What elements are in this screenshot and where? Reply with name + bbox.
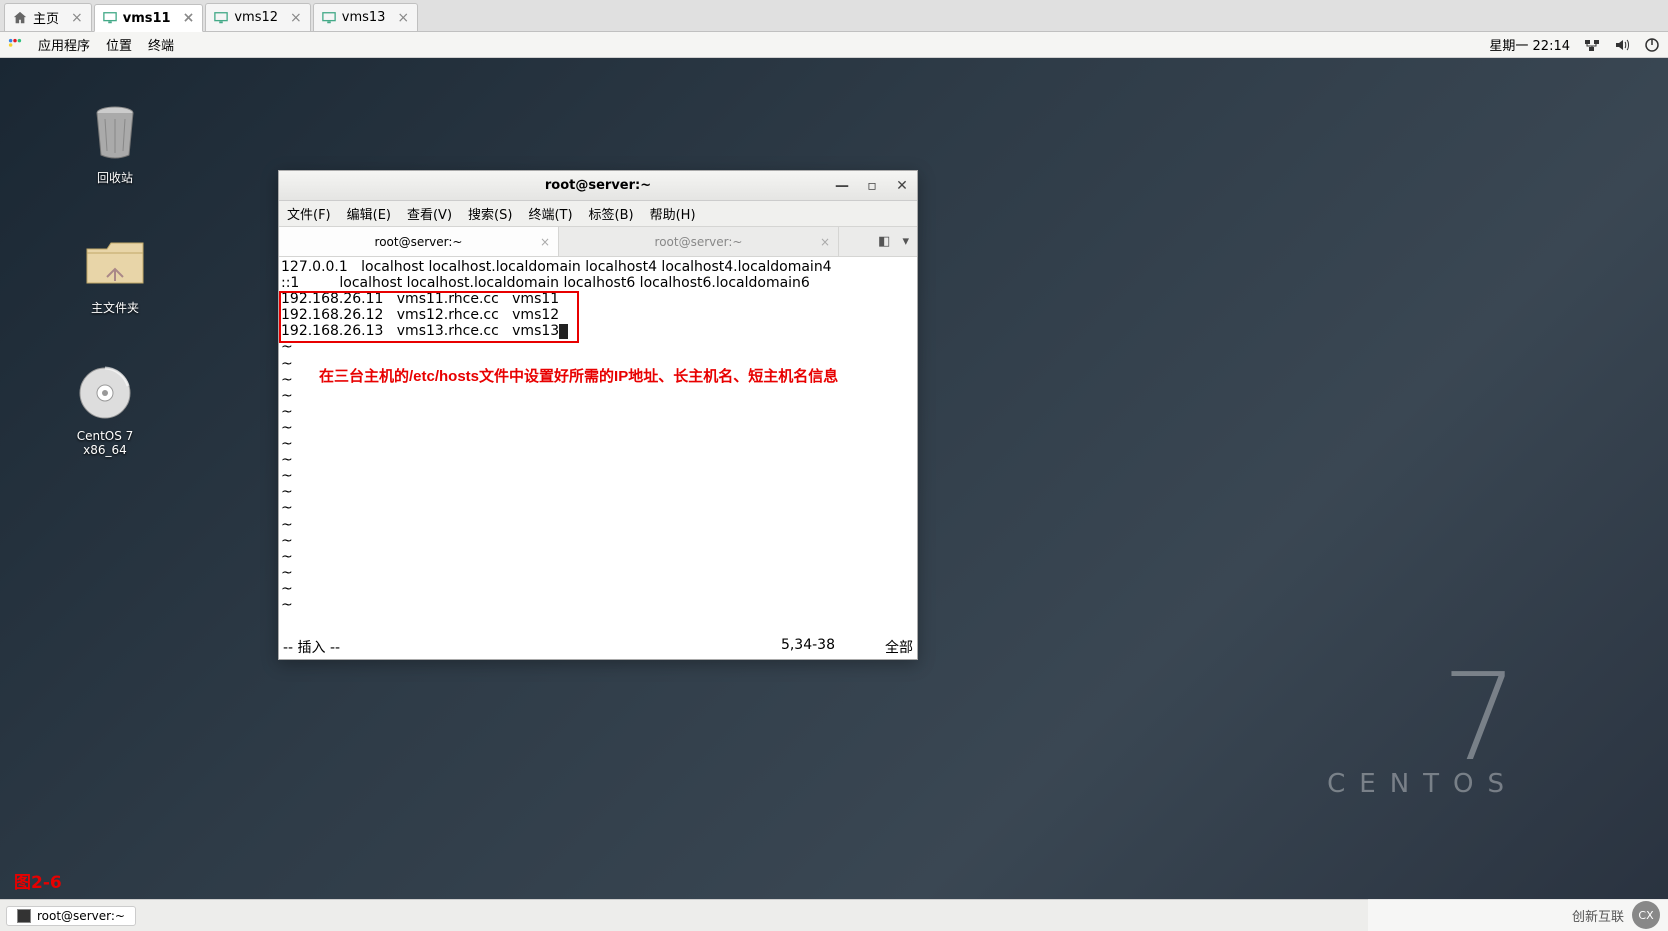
terminal-tab-bar: root@server:~ × root@server:~ × ◧ ▾ (279, 227, 917, 257)
icon-label: CentOS 7 x86_64 (60, 429, 150, 457)
terminal-body[interactable]: 127.0.0.1 localhost localhost.localdomai… (279, 257, 917, 637)
centos-word: CENTOS (1327, 769, 1518, 799)
monitor-icon (214, 11, 228, 25)
folder-icon (85, 239, 145, 287)
vm-tab-label: vms11 (123, 11, 171, 26)
centos-seven: 7 (1327, 659, 1518, 779)
close-icon[interactable]: × (71, 10, 83, 26)
monitor-icon (322, 11, 336, 25)
desktop-icon-home[interactable]: 主文件夹 (70, 233, 160, 316)
volume-icon[interactable] (1614, 37, 1630, 53)
terminal-content: 127.0.0.1 localhost localhost.localdomai… (281, 259, 915, 613)
menu-terminal[interactable]: 终端 (148, 35, 174, 54)
activities-icon (8, 38, 22, 52)
network-icon[interactable] (1584, 37, 1600, 53)
vm-tab-vms11[interactable]: vms11 × (94, 4, 204, 32)
close-icon[interactable]: × (820, 235, 830, 249)
figure-label: 图2-6 (14, 868, 62, 893)
vm-tab-label: vms12 (234, 10, 278, 25)
menu-terminal[interactable]: 终端(T) (528, 204, 572, 223)
gnome-top-bar: 应用程序 位置 终端 星期一 22:14 (0, 32, 1668, 58)
minimize-button[interactable]: — (833, 178, 851, 194)
vm-tab-label: vms13 (342, 10, 386, 25)
datetime-label[interactable]: 星期一 22:14 (1489, 35, 1570, 54)
menu-view[interactable]: 查看(V) (407, 204, 452, 223)
home-icon (13, 11, 27, 25)
menu-file[interactable]: 文件(F) (287, 204, 331, 223)
watermark-text: 创新互联 (1572, 906, 1624, 925)
vm-tab-bar: 主页 × vms11 × vms12 × vms13 × (0, 0, 1668, 32)
annotation-text: 在三台主机的/etc/hosts文件中设置好所需的IP地址、长主机名、短主机名信… (319, 365, 838, 386)
terminal-titlebar[interactable]: root@server:~ — ▫ ✕ (279, 171, 917, 201)
menu-places[interactable]: 位置 (106, 35, 132, 54)
close-button[interactable]: ✕ (893, 178, 911, 194)
tab-menu-button[interactable]: ▾ (902, 234, 909, 249)
terminal-tab-label: root@server:~ (375, 235, 463, 249)
vm-tab-label: 主页 (33, 8, 59, 27)
new-tab-button[interactable]: ◧ (878, 234, 890, 249)
close-icon[interactable]: × (540, 235, 550, 249)
close-icon[interactable]: × (397, 10, 409, 26)
power-icon[interactable] (1644, 37, 1660, 53)
vm-tab-home[interactable]: 主页 × (4, 3, 92, 31)
close-icon[interactable]: × (290, 10, 302, 26)
terminal-tab-2[interactable]: root@server:~ × (559, 227, 839, 256)
maximize-button[interactable]: ▫ (863, 178, 881, 194)
trash-icon (91, 105, 139, 161)
vim-scroll: 全部 (885, 637, 913, 657)
terminal-window: root@server:~ — ▫ ✕ 文件(F) 编辑(E) 查看(V) 搜索… (278, 170, 918, 660)
desktop-icon-trash[interactable]: 回收站 (70, 103, 160, 186)
centos-logo: 7 CENTOS (1327, 659, 1518, 799)
terminal-title: root@server:~ (545, 178, 651, 193)
menu-applications[interactable]: 应用程序 (38, 35, 90, 54)
menu-edit[interactable]: 编辑(E) (347, 204, 391, 223)
desktop[interactable]: 回收站 主文件夹 CentOS 7 x86_64 7 CENTOS root@s… (0, 58, 1668, 899)
taskbar-item-terminal[interactable]: root@server:~ (6, 906, 136, 926)
terminal-menubar: 文件(F) 编辑(E) 查看(V) 搜索(S) 终端(T) 标签(B) 帮助(H… (279, 201, 917, 227)
vm-tab-vms13[interactable]: vms13 × (313, 3, 418, 31)
terminal-icon (17, 909, 31, 923)
menu-tabs[interactable]: 标签(B) (589, 204, 634, 223)
vm-tab-vms12[interactable]: vms12 × (205, 3, 310, 31)
icon-label: 回收站 (70, 169, 160, 186)
menu-search[interactable]: 搜索(S) (468, 204, 512, 223)
monitor-icon (103, 11, 117, 25)
terminal-tab-label: root@server:~ (655, 235, 743, 249)
taskbar-item-label: root@server:~ (37, 909, 125, 923)
vim-position: 5,34-38 (781, 637, 835, 657)
cd-icon (78, 366, 132, 420)
terminal-tab-1[interactable]: root@server:~ × (279, 227, 559, 256)
menu-help[interactable]: 帮助(H) (650, 204, 696, 223)
icon-label: 主文件夹 (70, 299, 160, 316)
watermark: 创新互联 CX (1368, 899, 1668, 931)
desktop-icon-cd[interactable]: CentOS 7 x86_64 (60, 363, 150, 457)
watermark-logo: CX (1632, 901, 1660, 929)
terminal-status-line: -- 插入 -- 5,34-38 全部 (279, 637, 917, 659)
close-icon[interactable]: × (183, 10, 195, 26)
vim-mode: -- 插入 -- (283, 637, 340, 657)
